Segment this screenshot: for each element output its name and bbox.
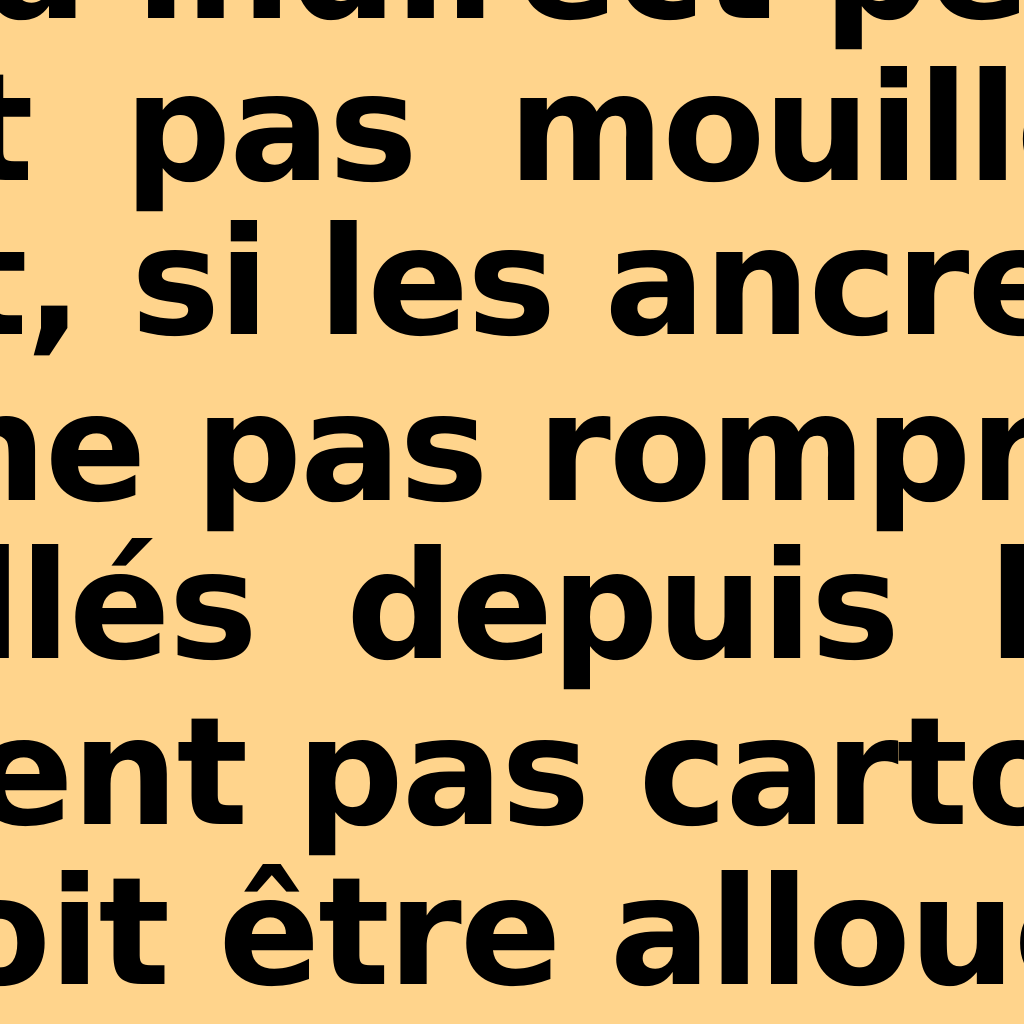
text-line-6: ent pas carto-	[0, 686, 1024, 860]
text-line-4: ne pas rompre	[0, 362, 1024, 536]
text-line-7: oit être allouée	[0, 846, 1024, 1020]
document-page: a indirect peut t pas mouiller t, si les…	[0, 0, 1024, 1024]
text-line-1: a indirect peut	[0, 0, 1024, 42]
text-line-5: llés depuis la	[0, 520, 1024, 694]
text-line-3: t, si les ancres	[0, 196, 1024, 370]
text-line-2: t pas mouiller	[0, 42, 1024, 216]
